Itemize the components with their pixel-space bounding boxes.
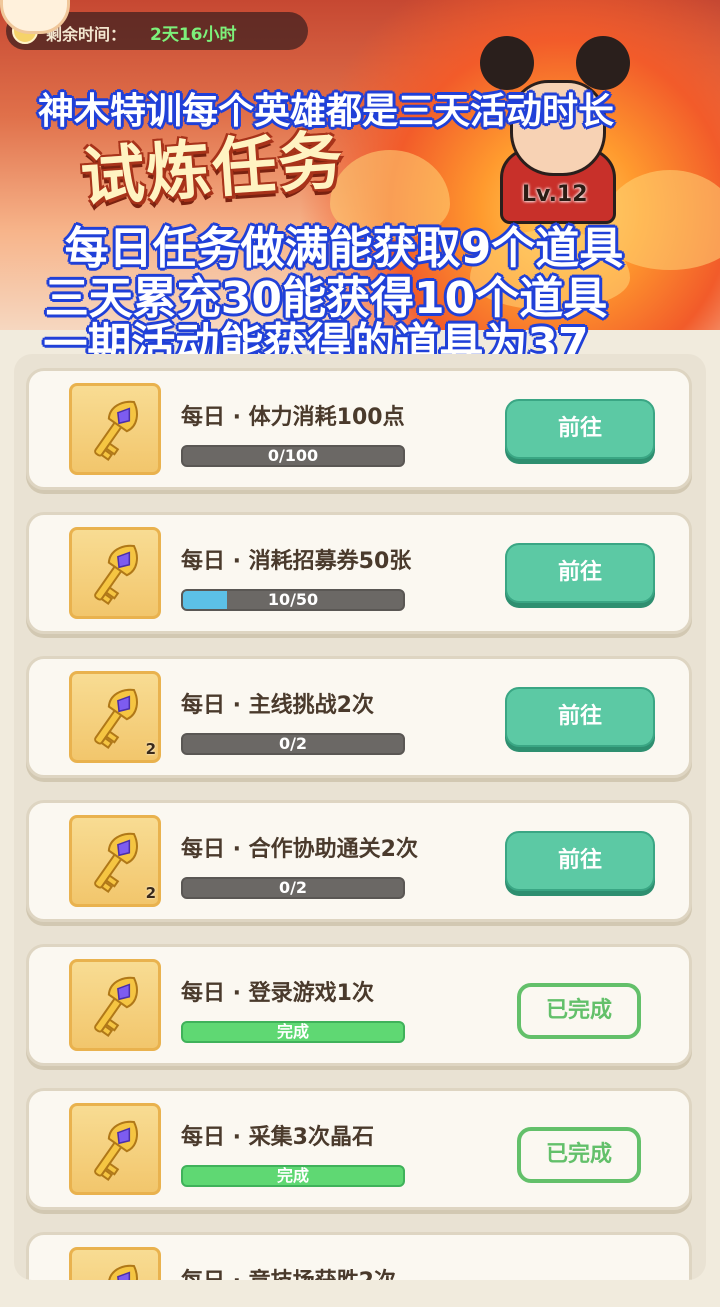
go-button[interactable]: 前往 xyxy=(505,543,655,603)
reward-item-slot[interactable] xyxy=(69,527,161,619)
reward-item-slot[interactable] xyxy=(69,1103,161,1195)
reward-item-slot[interactable]: 2 xyxy=(69,671,161,763)
task-title: 每日 · 竞技场获胜2次 xyxy=(181,1263,396,1280)
task-progress-bar: 0/100 xyxy=(181,445,405,467)
completed-badge: 已完成 xyxy=(517,1127,641,1183)
key-icon xyxy=(94,1120,138,1182)
key-icon xyxy=(94,544,138,606)
task-title: 每日 · 合作协助通关2次 xyxy=(181,837,418,862)
progress-text: 0/100 xyxy=(267,446,319,465)
task-title: 每日 · 消耗招募券50张 xyxy=(181,549,412,574)
key-icon xyxy=(94,400,138,462)
reward-quantity: 2 xyxy=(145,884,156,902)
go-button[interactable]: 前往 xyxy=(505,399,655,459)
task-progress-bar: 完成 xyxy=(181,1165,405,1187)
progress-text: 0/2 xyxy=(278,878,308,897)
reward-item-slot[interactable] xyxy=(69,959,161,1051)
key-icon xyxy=(94,832,138,894)
key-icon xyxy=(107,1264,138,1280)
reward-item-slot[interactable]: 2 xyxy=(69,815,161,907)
completed-badge: 已完成 xyxy=(517,983,641,1039)
progress-text: 完成 xyxy=(276,1166,309,1185)
task-card: 每日 · 消耗招募券50张 10/50 前往 xyxy=(26,512,692,634)
reward-quantity: 2 xyxy=(145,740,156,758)
remaining-time-value: 2天16小时 xyxy=(150,25,237,45)
task-card: 2 每日 · 主线挑战2次 0/2 前往 xyxy=(26,656,692,778)
task-progress-bar: 0/2 xyxy=(181,877,405,899)
task-progress-bar: 完成 xyxy=(181,1021,405,1043)
task-title: 每日 · 采集3次晶石 xyxy=(181,1125,374,1150)
go-button[interactable]: 前往 xyxy=(505,687,655,747)
task-title: 每日 · 主线挑战2次 xyxy=(181,693,374,718)
task-list[interactable]: 每日 · 体力消耗100点 0/100 前往 每日 · 消耗招募券50张 10/50 前… xyxy=(14,354,706,1280)
task-card: 每日 · 竞技场获胜2次 xyxy=(26,1232,692,1280)
task-progress-bar: 10/50 xyxy=(181,589,405,611)
task-card: 每日 · 采集3次晶石完成 已完成 xyxy=(26,1088,692,1210)
hero-level: Lv.12 xyxy=(522,182,588,207)
task-card: 2 每日 · 合作协助通关2次 0/2 前往 xyxy=(26,800,692,922)
task-progress-bar: 0/2 xyxy=(181,733,405,755)
progress-text: 0/2 xyxy=(278,734,308,753)
task-title: 每日 · 登录游戏1次 xyxy=(181,981,374,1006)
progress-text: 10/50 xyxy=(267,590,319,609)
task-title: 每日 · 体力消耗100点 xyxy=(181,405,405,430)
key-icon xyxy=(94,976,138,1038)
key-icon xyxy=(94,688,138,750)
progress-text: 完成 xyxy=(276,1022,309,1041)
reward-item-slot[interactable] xyxy=(69,1247,161,1280)
task-card: 每日 · 体力消耗100点 0/100 前往 xyxy=(26,368,692,490)
go-button[interactable]: 前往 xyxy=(505,831,655,891)
task-card: 每日 · 登录游戏1次完成 已完成 xyxy=(26,944,692,1066)
reward-item-slot[interactable] xyxy=(69,383,161,475)
overlay-caption-1: 神木特训每个英雄都是三天活动时长 xyxy=(37,91,614,132)
